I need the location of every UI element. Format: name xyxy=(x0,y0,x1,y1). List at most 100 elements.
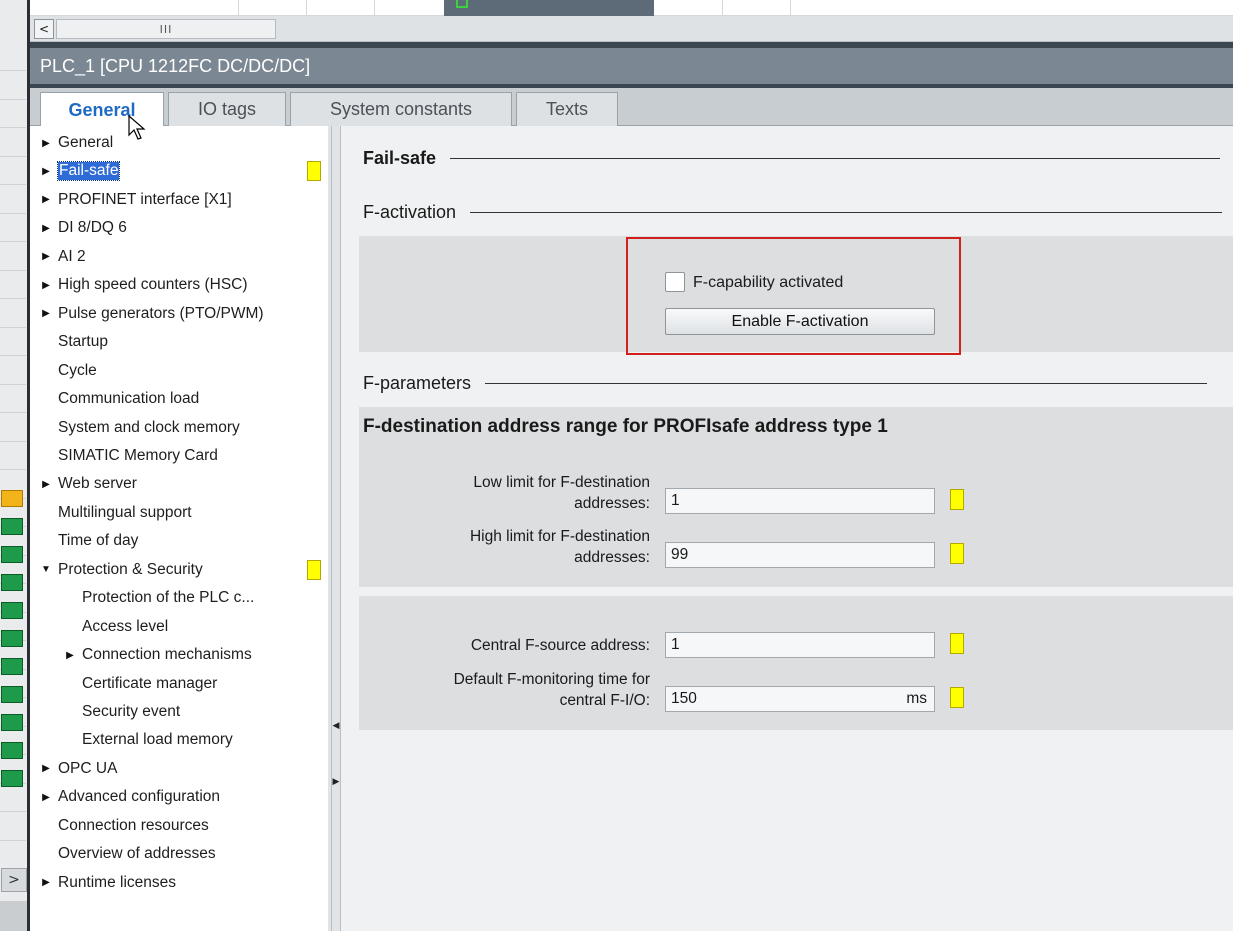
device-module-icon[interactable] xyxy=(1,686,23,703)
nav-item[interactable]: ▶ General xyxy=(40,131,113,155)
strip-divider xyxy=(0,212,26,214)
nav-item[interactable]: ▼ Protection & Security xyxy=(40,558,203,582)
nav-item[interactable]: ▶ Advanced configuration xyxy=(40,785,220,809)
enable-f-activation-button[interactable]: Enable F-activation xyxy=(665,308,935,335)
scroll-thumb[interactable]: III xyxy=(56,19,276,39)
status-flag-icon xyxy=(950,489,964,510)
nav-item-label: Access level xyxy=(82,617,169,635)
nav-item[interactable]: External load memory xyxy=(64,728,233,752)
nav-item-label: AI 2 xyxy=(58,247,86,265)
strip-divider xyxy=(0,98,26,100)
expand-arrow-icon[interactable]: ▶ xyxy=(40,166,52,177)
nav-item[interactable]: SIMATIC Memory Card xyxy=(40,444,218,468)
device-module-icon[interactable] xyxy=(1,742,23,759)
panel-splitter[interactable]: ◀ ▶ xyxy=(331,126,341,931)
strip-divider xyxy=(0,155,26,157)
section-title: Fail-safe xyxy=(363,147,437,168)
device-module-icon[interactable] xyxy=(1,714,23,731)
expand-arrow-icon[interactable]: ▶ xyxy=(64,650,76,661)
expand-arrow-icon[interactable]: ▶ xyxy=(40,792,52,803)
high-limit-label: High limit for F-destination addresses: xyxy=(363,526,650,568)
nav-item[interactable]: ▶ Web server xyxy=(40,472,137,496)
nav-item-label: Advanced configuration xyxy=(58,788,221,806)
expand-arrow-icon[interactable]: ▶ xyxy=(40,479,52,490)
top-table-strip xyxy=(30,0,1233,16)
expand-arrow-icon[interactable]: ▶ xyxy=(40,763,52,774)
expand-arrow-icon[interactable]: ▶ xyxy=(40,223,52,234)
f-capability-checkbox[interactable] xyxy=(665,272,685,292)
strip-divider xyxy=(0,412,26,413)
nav-item-label: Communication load xyxy=(58,390,200,408)
collapse-left-icon[interactable]: ◀ xyxy=(332,716,340,736)
f-capability-label: F-capability activated xyxy=(693,274,844,291)
device-module-icon[interactable] xyxy=(1,490,23,507)
expand-right-icon[interactable]: ▶ xyxy=(332,772,340,792)
nav-item[interactable]: Certificate manager xyxy=(64,672,217,696)
strip-divider xyxy=(0,355,26,356)
nav-item-label: DI 8/DQ 6 xyxy=(58,219,127,237)
device-module-icon[interactable] xyxy=(1,602,23,619)
high-limit-field[interactable]: 99 xyxy=(665,542,935,568)
nav-item[interactable]: Protection of the PLC c... xyxy=(64,586,254,610)
nav-item[interactable]: Communication load xyxy=(40,387,199,411)
nav-item[interactable]: Time of day xyxy=(40,529,138,553)
section-f-parameters: F-parameters xyxy=(363,371,1208,395)
scroll-left-button[interactable]: < xyxy=(34,19,54,39)
nav-item-label: Runtime licenses xyxy=(58,873,177,891)
expand-arrow-icon[interactable]: ▶ xyxy=(40,308,52,319)
strip-divider xyxy=(0,383,26,385)
nav-item[interactable]: ▶ Pulse generators (PTO/PWM) xyxy=(40,302,263,326)
nav-item[interactable]: ▶ Runtime licenses xyxy=(40,871,176,895)
device-module-icon[interactable] xyxy=(1,658,23,675)
nav-item[interactable]: Startup xyxy=(40,330,108,354)
expand-arrow-icon[interactable]: ▶ xyxy=(40,194,52,205)
nav-item[interactable]: ▶ AI 2 xyxy=(40,245,86,269)
expand-arrow-icon[interactable]: ▶ xyxy=(40,138,52,149)
nav-item[interactable]: System and clock memory xyxy=(40,416,240,440)
device-module-icon[interactable] xyxy=(1,630,23,647)
status-flag-icon xyxy=(950,687,964,708)
central-source-field[interactable]: 1 xyxy=(665,632,935,658)
device-module-icon[interactable] xyxy=(1,574,23,591)
nav-item[interactable]: Multilingual support xyxy=(40,501,192,525)
nav-item-label: Startup xyxy=(58,333,108,351)
nav-item-label: SIMATIC Memory Card xyxy=(58,446,218,464)
highlight-box xyxy=(626,237,961,355)
device-module-icon[interactable] xyxy=(1,770,23,787)
tab-texts[interactable]: Texts xyxy=(516,92,618,126)
tab-system-constants[interactable]: System constants xyxy=(290,92,512,126)
low-limit-field[interactable]: 1 xyxy=(665,488,935,514)
nav-item-label: Protection & Security xyxy=(58,560,203,578)
monitoring-time-label-line2: central F-I/O: xyxy=(559,692,650,709)
strip-divider xyxy=(0,269,26,271)
nav-item[interactable]: ▶ Fail-safe xyxy=(40,159,121,183)
nav-item-label: Certificate manager xyxy=(82,674,218,692)
nav-item[interactable]: Security event xyxy=(64,700,180,724)
nav-item[interactable]: ▶ PROFINET interface [X1] xyxy=(40,188,232,212)
nav-item[interactable]: ▶ DI 8/DQ 6 xyxy=(40,216,127,240)
expand-arrow-icon[interactable]: ▶ xyxy=(40,877,52,888)
device-module-icon[interactable] xyxy=(1,546,23,563)
expand-arrow-icon[interactable]: ▶ xyxy=(40,251,52,262)
nav-item[interactable]: ▶ OPC UA xyxy=(40,757,117,781)
horizontal-scrollbar[interactable]: < III xyxy=(30,16,1233,42)
nav-item[interactable]: Overview of addresses xyxy=(40,842,216,866)
monitoring-time-field[interactable]: 150 ms xyxy=(665,686,935,712)
device-module-icon[interactable] xyxy=(1,518,23,535)
nav-item[interactable]: ▶ High speed counters (HSC) xyxy=(40,273,247,297)
status-flag-icon xyxy=(950,543,964,564)
monitoring-time-label-line1: Default F-monitoring time for xyxy=(453,671,650,688)
collapse-arrow-icon[interactable]: ▼ xyxy=(40,564,52,575)
section-fail-safe: Fail-safe xyxy=(363,146,1221,170)
selected-cell[interactable] xyxy=(444,0,654,16)
nav-item[interactable]: ▶ Connection mechanisms xyxy=(64,643,252,667)
nav-item-label: Protection of the PLC c... xyxy=(82,589,255,607)
nav-item[interactable]: Access level xyxy=(64,615,168,639)
inspector-title: PLC_1 [CPU 1212FC DC/DC/DC] xyxy=(30,48,1233,84)
expand-panel-button[interactable]: > xyxy=(1,868,27,892)
nav-item[interactable]: Cycle xyxy=(40,359,97,383)
expand-arrow-icon[interactable]: ▶ xyxy=(40,280,52,291)
section-title: F-activation xyxy=(363,201,457,222)
tab-io-tags[interactable]: IO tags xyxy=(168,92,286,126)
nav-item[interactable]: Connection resources xyxy=(40,814,209,838)
